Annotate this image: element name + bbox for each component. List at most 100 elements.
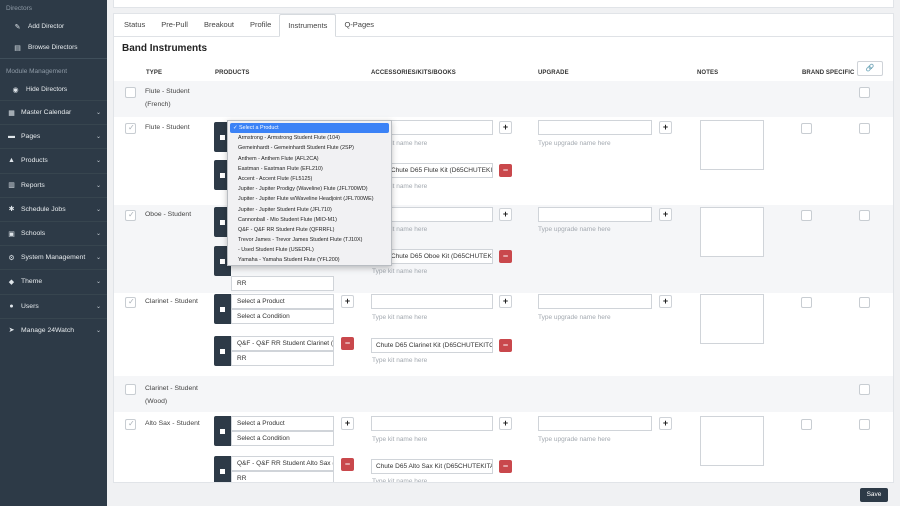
remove-kit-button[interactable]: − [499, 339, 512, 352]
product-handle[interactable] [214, 294, 231, 324]
row-extra-checkbox[interactable] [859, 123, 870, 134]
dropdown-option[interactable]: Cannonball - Mio Student Flute (MIO-M1) [228, 215, 391, 225]
upgrade-input[interactable] [538, 207, 652, 222]
row-checkbox[interactable] [125, 87, 136, 98]
sidebar-item-add-director[interactable]: ✎ Add Director [0, 16, 107, 37]
condition-select[interactable]: Select a Condition [231, 309, 334, 324]
kit-value[interactable]: Chute D65 Clarinet Kit (D65CHUTEKITCL) [371, 338, 493, 353]
sidebar-item-system-management[interactable]: ⚙ System Management ⌄ [0, 245, 107, 269]
sidebar-item-pages[interactable]: ▬ Pages ⌄ [0, 124, 107, 148]
dropdown-option[interactable]: Jupiter - Jupiter Prodigy (Waveline) Flu… [228, 184, 391, 194]
add-kit-button[interactable]: + [499, 417, 512, 430]
sidebar-item-reports[interactable]: ▥ Reports ⌄ [0, 172, 107, 197]
link-button[interactable]: 🔗 [857, 61, 883, 76]
row-checkbox[interactable] [125, 123, 136, 134]
product-handle[interactable] [214, 456, 231, 482]
tab-instruments[interactable]: Instruments [279, 14, 337, 37]
sidebar-item-products[interactable]: ▲ Products ⌄ [0, 148, 107, 172]
sidebar-item-master-calendar[interactable]: ▦ Master Calendar ⌄ [0, 100, 107, 124]
add-product-button[interactable]: + [341, 417, 354, 430]
add-product-button[interactable]: + [341, 295, 354, 308]
row-extra-checkbox[interactable] [859, 210, 870, 221]
tab-q-pages[interactable]: Q-Pages [336, 14, 382, 36]
brand-specific-checkbox[interactable] [801, 210, 812, 221]
sidebar-item-schools[interactable]: ▣ Schools ⌄ [0, 220, 107, 245]
tab-status[interactable]: Status [116, 14, 153, 36]
add-kit-button[interactable]: + [499, 121, 512, 134]
sidebar-item-users[interactable]: ● Users ⌄ [0, 293, 107, 318]
dropdown-option[interactable]: Armstrong - Armstrong Student Flute (104… [228, 133, 391, 143]
dropdown-option[interactable]: - Used Student Flute (USEDFL) [228, 245, 391, 255]
row-checkbox[interactable] [125, 210, 136, 221]
notes-textarea[interactable] [700, 120, 764, 170]
condition-select[interactable]: RR [231, 276, 334, 291]
kit-value[interactable]: Chute D65 Oboe Kit (D65CHUTEKITOB) [386, 249, 493, 264]
notes-textarea[interactable] [700, 294, 764, 344]
condition-select[interactable]: RR [231, 351, 334, 366]
dropdown-option[interactable]: Anthem - Anthem Flute (AFL2CA) [228, 154, 391, 164]
add-kit-button[interactable]: + [499, 208, 512, 221]
add-upgrade-button[interactable]: + [659, 208, 672, 221]
kit-input[interactable] [371, 294, 493, 309]
condition-select[interactable]: Select a Condition [231, 431, 334, 446]
product-select[interactable]: Select a Product [231, 416, 334, 431]
product-select[interactable]: Select a Product [231, 294, 334, 309]
sidebar-item-label: Users [21, 302, 39, 310]
notes-textarea[interactable] [700, 207, 764, 257]
upgrade-input[interactable] [538, 294, 652, 309]
chevron-down-icon: ⌄ [95, 134, 101, 141]
product-handle[interactable] [214, 336, 231, 366]
remove-kit-button[interactable]: − [499, 460, 512, 473]
save-button[interactable]: Save [860, 488, 888, 502]
dropdown-option[interactable]: Eastman - Eastman Flute (EFL210) [228, 164, 391, 174]
dropdown-option[interactable]: Q&F - Q&F RR Student Flute (QFRRFL) [228, 225, 391, 235]
dropdown-option[interactable]: Yamaha - Yamaha Student Flute (YFL200) [228, 255, 391, 265]
notes-textarea[interactable] [700, 416, 764, 466]
tab-profile[interactable]: Profile [242, 14, 279, 36]
upgrade-input[interactable] [538, 120, 652, 135]
add-upgrade-button[interactable]: + [659, 121, 672, 134]
kit-value[interactable]: Chute D65 Flute Kit (D65CHUTEKITFL) [386, 163, 493, 178]
dropdown-option[interactable]: Jupiter - Jupiter Student Flute (JFL710) [228, 205, 391, 215]
row-checkbox[interactable] [125, 297, 136, 308]
row-checkbox[interactable] [125, 419, 136, 430]
product-select[interactable]: Q&F - Q&F RR Student Alto Sax (Q [231, 456, 334, 471]
brand-specific-checkbox[interactable] [801, 123, 812, 134]
remove-kit-button[interactable]: − [499, 164, 512, 177]
kit-value[interactable]: Chute D65 Alto Sax Kit (D65CHUTEKITAS) [371, 459, 493, 474]
remove-product-button[interactable]: − [341, 458, 354, 471]
remove-product-button[interactable]: − [341, 337, 354, 350]
add-upgrade-button[interactable]: + [659, 295, 672, 308]
brand-specific-checkbox[interactable] [801, 297, 812, 308]
chevron-down-icon: ⌄ [95, 279, 101, 286]
sidebar-item-hide-directors[interactable]: ◉ Hide Directors [0, 79, 107, 100]
sidebar-item-manage-24watch[interactable]: ➤ Manage 24Watch ⌄ [0, 317, 107, 342]
row-extra-checkbox[interactable] [859, 419, 870, 430]
product-dropdown[interactable]: ✓ Select a Product Armstrong - Armstrong… [227, 120, 392, 266]
dropdown-option[interactable]: Accent - Accent Flute (FL5125) [228, 174, 391, 184]
remove-kit-button[interactable]: − [499, 250, 512, 263]
add-upgrade-button[interactable]: + [659, 417, 672, 430]
dropdown-option[interactable]: Gemeinhardt - Gemeinhardt Student Flute … [228, 143, 391, 153]
dropdown-option-selected[interactable]: ✓ Select a Product [230, 123, 389, 134]
tab-breakout[interactable]: Breakout [196, 14, 242, 36]
section-title: Band Instruments [122, 43, 208, 54]
tab-pre-pull[interactable]: Pre-Pull [153, 14, 196, 36]
list-icon: ▤ [14, 44, 21, 52]
condition-select[interactable]: RR [231, 471, 334, 482]
add-kit-button[interactable]: + [499, 295, 512, 308]
kit-input[interactable] [371, 416, 493, 431]
upgrade-input[interactable] [538, 416, 652, 431]
sidebar-item-schedule-jobs[interactable]: ✱ Schedule Jobs ⌄ [0, 196, 107, 221]
row-checkbox[interactable] [125, 384, 136, 395]
dropdown-option[interactable]: Jupiter - Jupiter Flute w/Waveline Headj… [228, 194, 391, 204]
dropdown-option[interactable]: Trevor James - Trevor James Student Flut… [228, 235, 391, 245]
brand-specific-checkbox[interactable] [859, 384, 870, 395]
sidebar-item-browse-directors[interactable]: ▤ Browse Directors [0, 37, 107, 58]
row-extra-checkbox[interactable] [859, 297, 870, 308]
product-select[interactable]: Q&F - Q&F RR Student Clarinet (Q [231, 336, 334, 351]
product-handle[interactable] [214, 416, 231, 446]
brand-specific-checkbox[interactable] [859, 87, 870, 98]
sidebar-item-theme[interactable]: ◆ Theme ⌄ [0, 269, 107, 293]
brand-specific-checkbox[interactable] [801, 419, 812, 430]
